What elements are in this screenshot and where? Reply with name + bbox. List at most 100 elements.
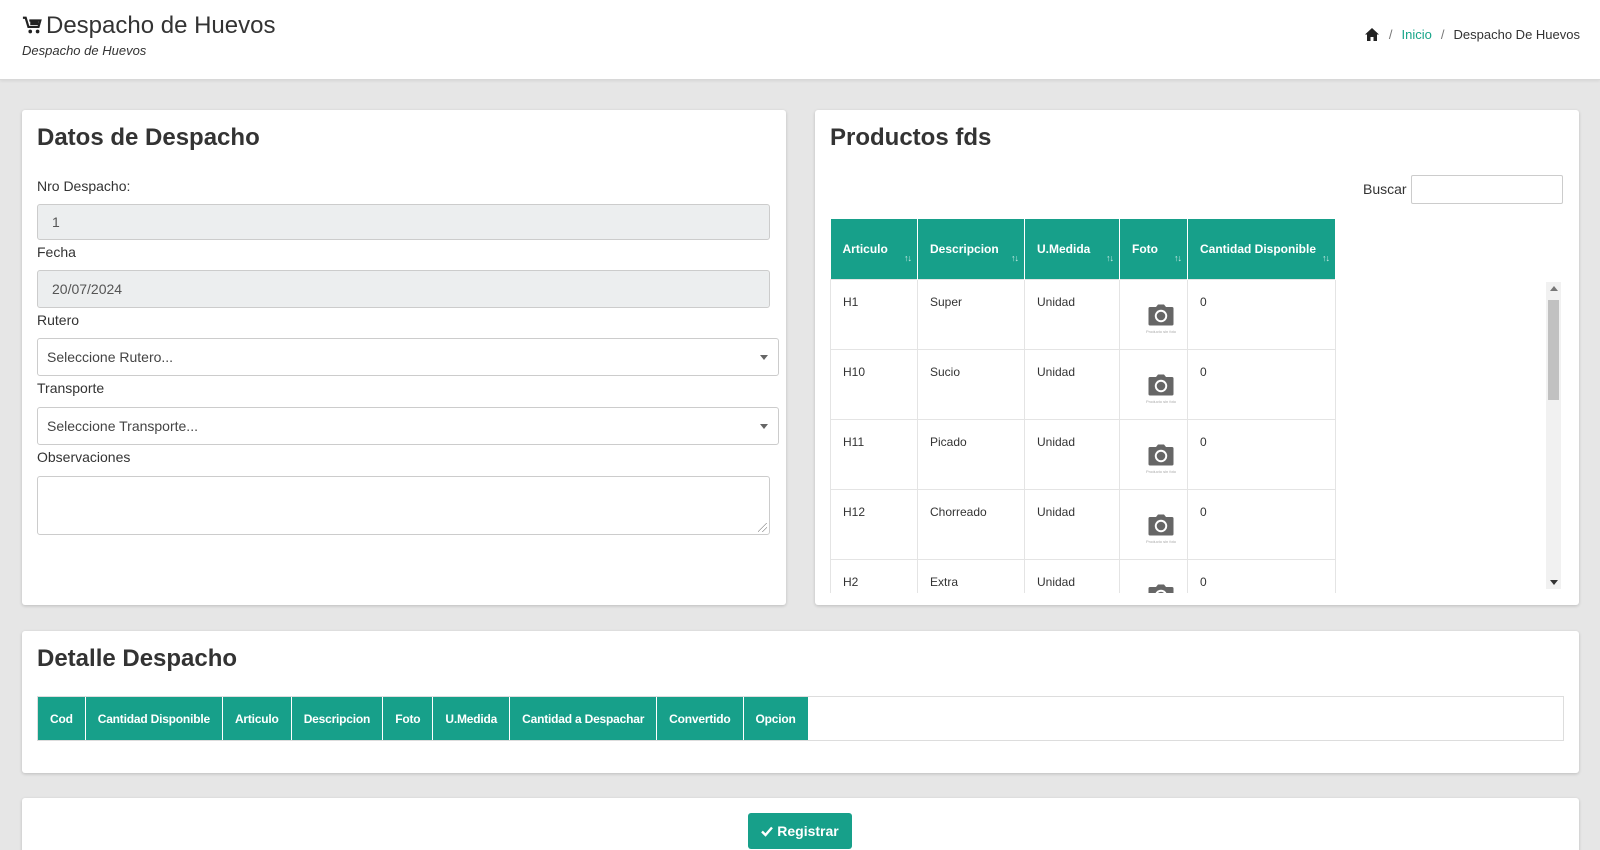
product-row[interactable]: H2ExtraUnidad Producto sin foto0	[830, 558, 1336, 593]
camera-icon	[1148, 374, 1174, 395]
photo-caption: Producto sin foto	[1145, 468, 1177, 474]
column-header-foto[interactable]: Foto ↑↓	[1119, 219, 1188, 279]
observaciones-textarea[interactable]	[37, 476, 770, 535]
photo-caption: Producto sin foto	[1145, 398, 1177, 404]
breadcrumb-current: Despacho De Huevos	[1453, 27, 1580, 42]
column-header-articulo[interactable]: Articulo ↑↓	[830, 219, 918, 279]
product-photo: Producto sin foto	[1132, 290, 1190, 348]
nro-despacho-value: 1	[52, 214, 60, 230]
rutero-label: Rutero	[37, 312, 80, 328]
page-title: Despacho de Huevos	[22, 12, 275, 40]
fecha-value: 20/07/2024	[52, 281, 123, 297]
search-input[interactable]	[1411, 175, 1563, 204]
cell-articulo: H1	[830, 278, 918, 350]
sort-icon: ↑↓	[1106, 252, 1114, 263]
cell-foto: Producto sin foto	[1119, 418, 1190, 490]
camera-icon	[1148, 444, 1174, 465]
product-row[interactable]: H11 Picado Unidad Producto sin foto 0	[830, 418, 1336, 490]
transporte-select[interactable]: Seleccione Transporte...	[37, 407, 779, 445]
dispatch-data-title: Datos de Despacho	[37, 124, 260, 151]
register-button-label: Registrar	[777, 823, 839, 839]
scroll-down-icon[interactable]	[1550, 580, 1558, 585]
dispatch-detail-panel: Detalle Despacho Cod Cantidad Disponible…	[22, 631, 1579, 773]
actions-panel: Registrar	[22, 798, 1579, 850]
cell-articulo: H11	[830, 418, 918, 490]
breadcrumb-home-link[interactable]: Inicio	[1402, 27, 1432, 42]
column-header-cantidad[interactable]: Cantidad Disponible ↑↓	[1187, 219, 1336, 279]
home-icon[interactable]	[1364, 27, 1380, 42]
camera-icon	[1148, 304, 1174, 325]
detail-column-umedida: U.Medida	[432, 697, 511, 740]
scroll-thumb[interactable]	[1548, 300, 1559, 400]
breadcrumb: / Inicio / Despacho De Huevos	[1364, 27, 1580, 42]
nro-despacho-label: Nro Despacho:	[37, 178, 131, 194]
search-label: Buscar	[1363, 181, 1407, 197]
detail-column-cantidad-despachar: Cantidad a Despachar	[509, 697, 658, 740]
cell-cantidad: 0	[1187, 348, 1336, 420]
product-photo: Producto sin foto	[1132, 570, 1190, 593]
cell-cantidad: 0	[1187, 418, 1336, 490]
cell-umedida: Unidad	[1024, 558, 1120, 593]
top-bar: Despacho de Huevos Despacho de Huevos / …	[0, 0, 1600, 80]
product-row[interactable]: H10 Sucio Unidad Producto sin foto 0	[830, 348, 1336, 420]
cell-cantidad: 0	[1187, 488, 1336, 560]
cell-descripcion: Super	[917, 278, 1025, 350]
page-title-text: Despacho de Huevos	[46, 12, 276, 39]
detail-column-articulo: Articulo	[222, 697, 292, 740]
detail-header-row: Cod Cantidad Disponible Articulo Descrip…	[38, 697, 809, 740]
cell-foto: Producto sin foto	[1119, 348, 1190, 420]
detail-table-container: Cod Cantidad Disponible Articulo Descrip…	[37, 696, 1564, 741]
products-scrollbar[interactable]	[1546, 282, 1561, 589]
chevron-down-icon	[760, 424, 768, 429]
cell-descripcion: Sucio	[917, 348, 1025, 420]
detail-column-cod: Cod	[38, 697, 86, 740]
column-header-descripcion[interactable]: Descripcion ↑↓	[917, 219, 1025, 279]
sort-icon: ↑↓	[904, 252, 912, 263]
product-row[interactable]: H12 Chorreado Unidad Producto sin foto 0	[830, 488, 1336, 560]
column-header-umedida[interactable]: U.Medida ↑↓	[1024, 219, 1120, 279]
product-photo: Producto sin foto	[1132, 430, 1190, 488]
cell-descripcion: Picado	[917, 418, 1025, 490]
cell-umedida: Unidad	[1024, 488, 1120, 560]
products-table-body: H1 Super Unidad Producto sin foto 0 H10 Sucio U…	[830, 278, 1336, 593]
products-table-container: Articulo ↑↓ Descripcion ↑↓ U.Medida ↑↓ Foto…	[830, 219, 1556, 593]
nro-despacho-field: 1	[37, 204, 770, 240]
detail-column-opcion: Opcion	[743, 697, 809, 740]
detail-column-foto: Foto	[382, 697, 434, 740]
breadcrumb-separator: /	[1440, 27, 1445, 42]
sort-icon: ↑↓	[1174, 252, 1182, 263]
sort-icon: ↑↓	[1322, 252, 1330, 263]
resize-handle-icon[interactable]	[758, 523, 767, 532]
product-row[interactable]: H1 Super Unidad Producto sin foto 0	[830, 278, 1336, 350]
cell-cantidad: 0	[1187, 558, 1336, 593]
fecha-label: Fecha	[37, 244, 76, 260]
cell-foto: Producto sin foto	[1119, 278, 1190, 350]
observaciones-label: Observaciones	[37, 449, 131, 465]
products-panel: Productos fds Buscar Articulo ↑↓ Descripc…	[815, 110, 1579, 605]
cell-umedida: Unidad	[1024, 278, 1120, 350]
scroll-up-icon[interactable]	[1550, 286, 1558, 291]
cell-descripcion: Extra	[917, 558, 1025, 593]
register-button[interactable]: Registrar	[748, 813, 852, 849]
sort-icon: ↑↓	[1011, 252, 1019, 263]
cell-foto: Producto sin foto	[1119, 488, 1190, 560]
products-header-row: Articulo ↑↓ Descripcion ↑↓ U.Medida ↑↓ Foto…	[830, 219, 1336, 279]
check-icon	[761, 826, 774, 837]
cell-articulo: H10	[830, 348, 918, 420]
product-photo: Producto sin foto	[1132, 360, 1190, 418]
chevron-down-icon	[760, 355, 768, 360]
detail-table: Cod Cantidad Disponible Articulo Descrip…	[38, 697, 809, 740]
dispatch-data-panel: Datos de Despacho Nro Despacho: 1 Fecha …	[22, 110, 786, 605]
rutero-selected-value: Seleccione Rutero...	[47, 349, 174, 365]
detail-column-convertido: Convertido	[656, 697, 744, 740]
photo-caption: Producto sin foto	[1145, 538, 1177, 544]
cell-articulo: H2	[830, 558, 918, 593]
cell-foto: Producto sin foto	[1119, 558, 1190, 593]
photo-caption: Producto sin foto	[1145, 328, 1177, 334]
dispatch-detail-title: Detalle Despacho	[37, 645, 238, 672]
cell-umedida: Unidad	[1024, 418, 1120, 490]
product-photo: Producto sin foto	[1132, 500, 1190, 558]
breadcrumb-separator: /	[1388, 27, 1393, 42]
rutero-select[interactable]: Seleccione Rutero...	[37, 338, 779, 376]
cart-icon	[22, 16, 42, 34]
